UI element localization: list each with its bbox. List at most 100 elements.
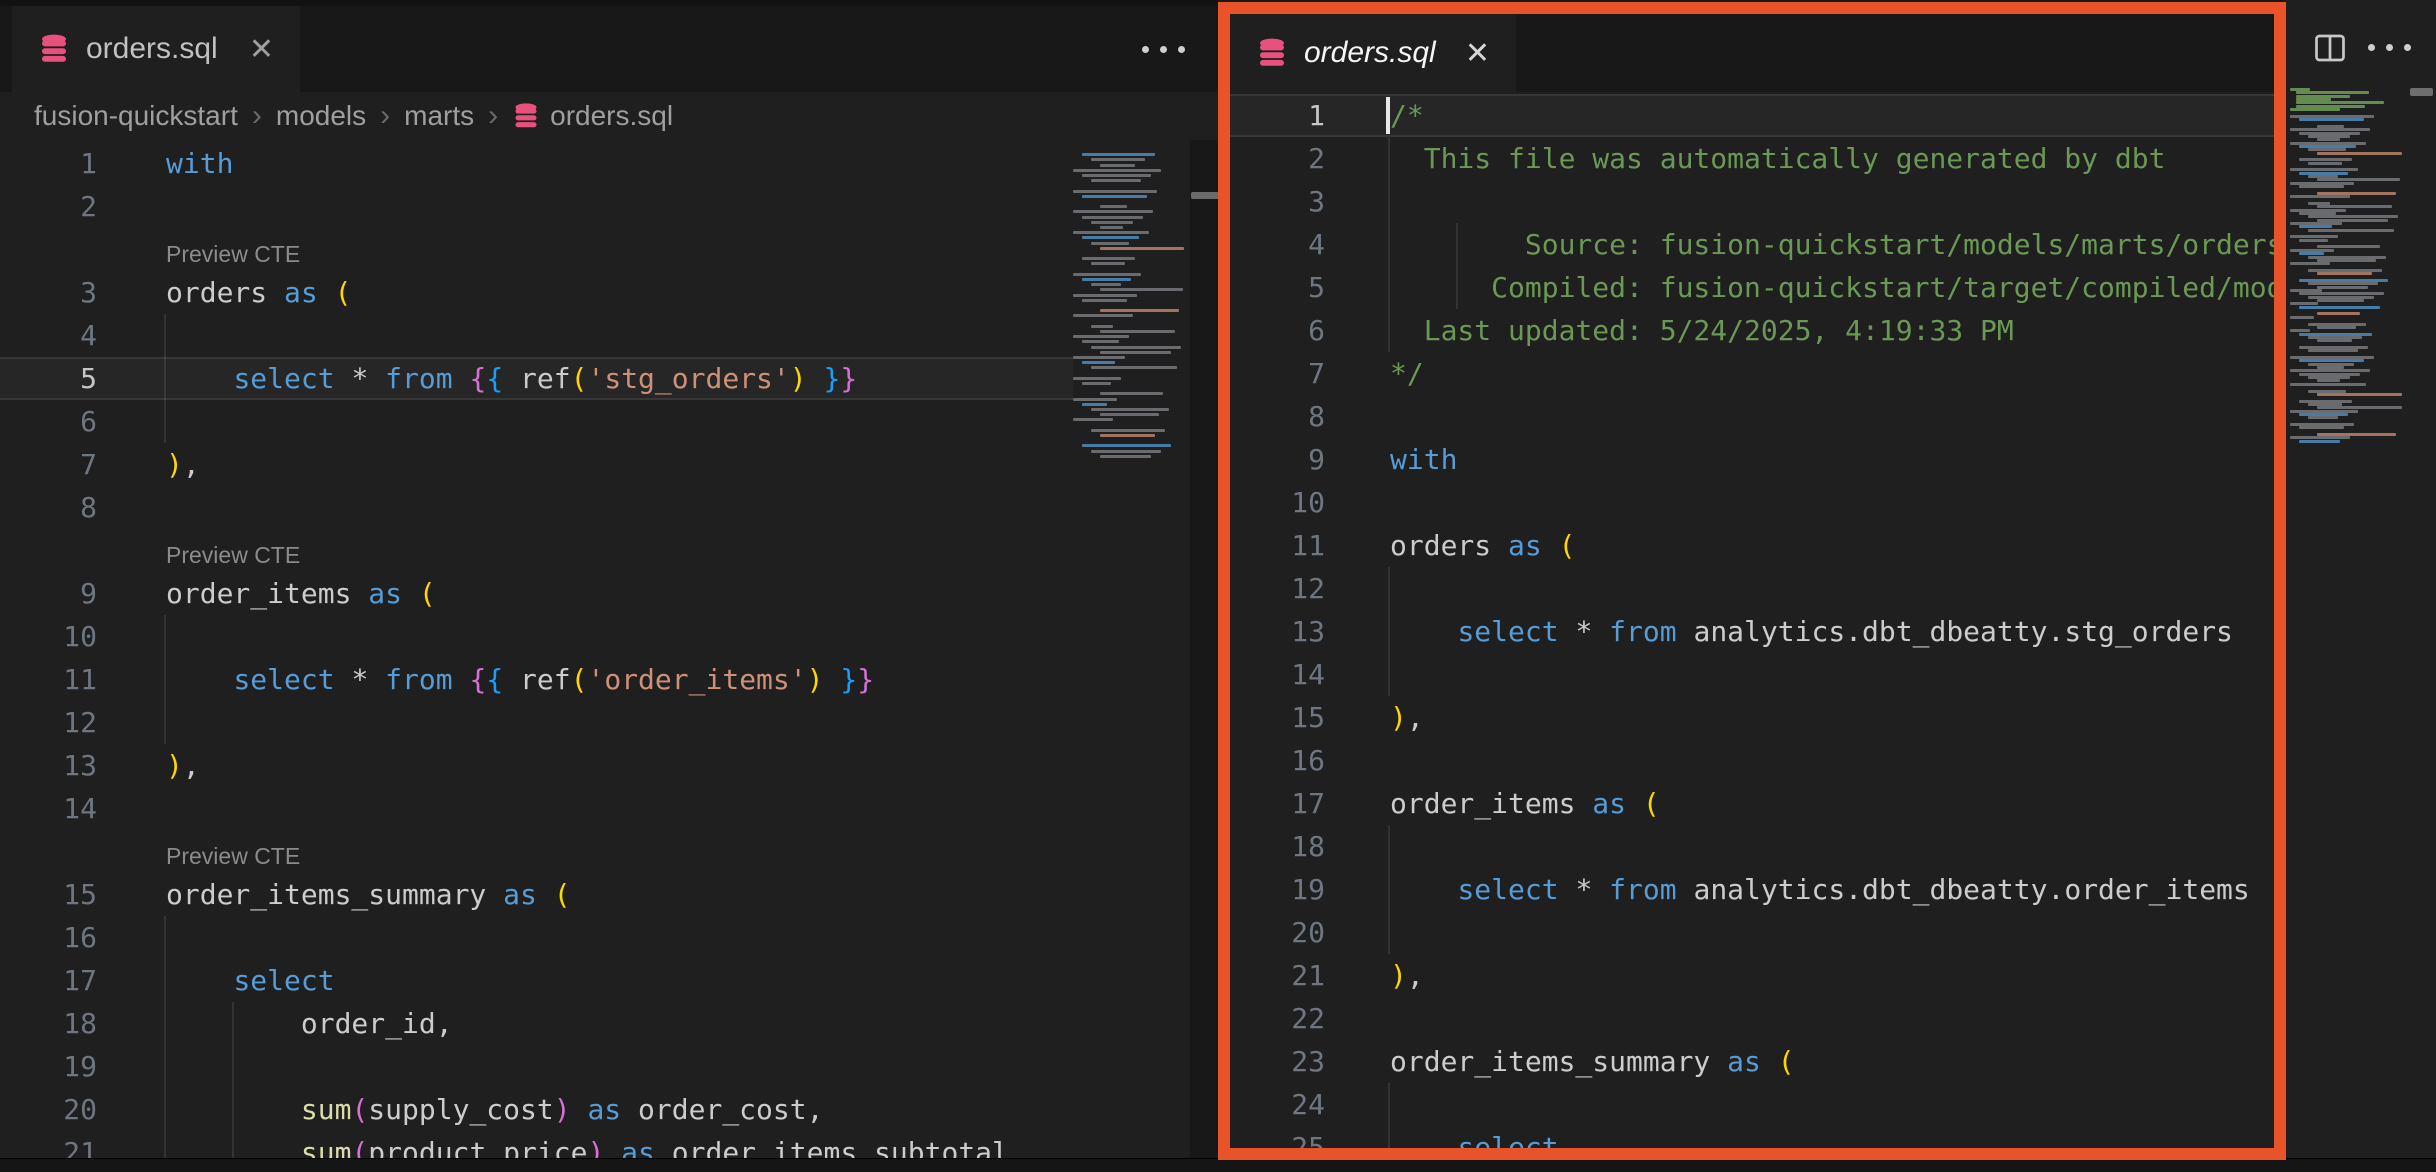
code-line[interactable]: 17 select bbox=[0, 959, 1190, 1002]
code-line[interactable]: 3 bbox=[1230, 180, 2274, 223]
line-number: 18 bbox=[0, 1002, 97, 1045]
code-line[interactable]: 18 bbox=[1230, 825, 2274, 868]
line-number: 21 bbox=[1230, 954, 1325, 997]
code-line[interactable]: 13), bbox=[0, 744, 1190, 787]
code-line[interactable]: 6 Last updated: 5/24/2025, 4:19:33 PM bbox=[1230, 309, 2274, 352]
minimap-line bbox=[1073, 273, 1141, 276]
code-line[interactable]: 20 sum(supply_cost) as order_cost, bbox=[0, 1088, 1190, 1131]
line-number: 20 bbox=[0, 1088, 97, 1131]
minimap-line bbox=[1082, 153, 1155, 156]
codelens-preview-cte[interactable]: Preview CTE bbox=[0, 830, 1190, 873]
right-overview-ruler-cursor[interactable] bbox=[2410, 88, 2433, 96]
code-line[interactable]: 25 select bbox=[1230, 1126, 2274, 1148]
line-number: 4 bbox=[0, 314, 97, 357]
minimap-line bbox=[2290, 262, 2330, 265]
code-line[interactable]: 19 select * from analytics.dbt_dbeatty.o… bbox=[1230, 868, 2274, 911]
tab-orders-sql-right[interactable]: orders.sql ✕ bbox=[1230, 14, 1516, 92]
right-minimap[interactable] bbox=[2290, 88, 2408, 458]
code-line[interactable]: 10 bbox=[1230, 481, 2274, 524]
breadcrumb-item[interactable]: models bbox=[276, 100, 366, 132]
line-number: 10 bbox=[0, 615, 97, 658]
code-line[interactable]: 12 bbox=[0, 701, 1190, 744]
minimap-line bbox=[1073, 314, 1133, 317]
line-number: 14 bbox=[1230, 653, 1325, 696]
minimap-line bbox=[1073, 169, 1161, 172]
code-line[interactable]: 9with bbox=[1230, 438, 2274, 481]
line-number: 4 bbox=[1230, 223, 1325, 266]
code-line[interactable]: 3orders as ( bbox=[0, 271, 1190, 314]
chevron-right-icon: › bbox=[488, 99, 498, 133]
code-line[interactable]: 19 bbox=[0, 1045, 1190, 1088]
split-editor-icon[interactable] bbox=[2312, 30, 2348, 66]
database-file-icon bbox=[38, 33, 70, 65]
minimap-line bbox=[1091, 158, 1145, 161]
code-line[interactable]: 5 select * from {{ ref('stg_orders') }} bbox=[0, 357, 1190, 400]
code-line[interactable]: 16 bbox=[1230, 739, 2274, 782]
code-line[interactable]: 20 bbox=[1230, 911, 2274, 954]
code-line[interactable]: 24 bbox=[1230, 1083, 2274, 1126]
close-icon[interactable]: ✕ bbox=[1465, 36, 1490, 71]
code-line[interactable]: 7*/ bbox=[1230, 352, 2274, 395]
left-minimap[interactable] bbox=[1073, 148, 1190, 478]
code-line[interactable]: 11 select * from {{ ref('order_items') }… bbox=[0, 658, 1190, 701]
line-number: 3 bbox=[0, 271, 97, 314]
code-line[interactable]: 17order_items as ( bbox=[1230, 782, 2274, 825]
minimap-line bbox=[2317, 393, 2402, 396]
code-line[interactable]: 22 bbox=[1230, 997, 2274, 1040]
code-line[interactable]: 13 select * from analytics.dbt_dbeatty.s… bbox=[1230, 610, 2274, 653]
minimap-line bbox=[2317, 326, 2356, 329]
code-line[interactable]: 10 bbox=[0, 615, 1190, 658]
line-number: 1 bbox=[1230, 94, 1325, 137]
more-actions-icon[interactable] bbox=[1142, 46, 1185, 53]
minimap-line bbox=[1073, 377, 1121, 380]
code-text: ), bbox=[166, 744, 200, 787]
code-line[interactable]: 2 bbox=[0, 185, 1190, 228]
close-icon[interactable]: ✕ bbox=[249, 32, 274, 67]
minimap-line bbox=[1082, 174, 1151, 177]
minimap-line bbox=[2299, 252, 2324, 255]
minimap-line bbox=[2299, 185, 2344, 188]
code-line[interactable]: 18 order_id, bbox=[0, 1002, 1190, 1045]
code-line[interactable]: 8 bbox=[1230, 395, 2274, 438]
more-actions-icon[interactable] bbox=[2368, 44, 2411, 51]
minimap-line bbox=[1073, 398, 1117, 401]
code-line[interactable]: 14 bbox=[0, 787, 1190, 830]
breadcrumb-item[interactable]: fusion-quickstart bbox=[34, 100, 238, 132]
code-line[interactable]: 21), bbox=[1230, 954, 2274, 997]
code-line[interactable]: 15), bbox=[1230, 696, 2274, 739]
line-number: 11 bbox=[0, 658, 97, 701]
indent-guide bbox=[164, 615, 166, 658]
code-line[interactable]: 4 Source: fusion-quickstart/models/marts… bbox=[1230, 223, 2274, 266]
codelens-preview-cte[interactable]: Preview CTE bbox=[0, 228, 1190, 271]
minimap-line bbox=[1091, 346, 1181, 349]
left-overview-ruler-cursor[interactable] bbox=[1191, 192, 1219, 199]
code-line[interactable]: 16 bbox=[0, 916, 1190, 959]
code-line[interactable]: 4 bbox=[0, 314, 1190, 357]
code-line[interactable]: 6 bbox=[0, 400, 1190, 443]
code-line[interactable]: 12 bbox=[1230, 567, 2274, 610]
code-line[interactable]: 8 bbox=[0, 486, 1190, 529]
code-line[interactable]: 15order_items_summary as ( bbox=[0, 873, 1190, 916]
tab-orders-sql-left[interactable]: orders.sql ✕ bbox=[12, 6, 300, 92]
line-number: 20 bbox=[1230, 911, 1325, 954]
code-line[interactable]: 2 This file was automatically generated … bbox=[1230, 137, 2274, 180]
code-line[interactable]: 9order_items as ( bbox=[0, 572, 1190, 615]
codelens-preview-cte[interactable]: Preview CTE bbox=[0, 529, 1190, 572]
code-line[interactable]: 23order_items_summary as ( bbox=[1230, 1040, 2274, 1083]
tab-label: orders.sql bbox=[86, 32, 218, 66]
code-line[interactable]: 1/* bbox=[1230, 94, 2274, 137]
minimap-line bbox=[2308, 148, 2346, 151]
breadcrumb-item[interactable]: orders.sql bbox=[550, 100, 673, 132]
code-line[interactable]: 11orders as ( bbox=[1230, 524, 2274, 567]
minimap-line bbox=[1073, 231, 1149, 234]
code-text: order_items_summary as ( bbox=[166, 873, 571, 916]
right-code-editor[interactable]: 1/*2 This file was automatically generat… bbox=[1230, 92, 2274, 1148]
breadcrumb-item[interactable]: marts bbox=[404, 100, 474, 132]
code-line[interactable]: 14 bbox=[1230, 653, 2274, 696]
code-line[interactable]: 7), bbox=[0, 443, 1190, 486]
minimap-line bbox=[2290, 128, 2370, 131]
code-line[interactable]: 1with bbox=[0, 142, 1190, 185]
database-file-icon bbox=[1256, 37, 1288, 69]
code-line[interactable]: 5 Compiled: fusion-quickstart/target/com… bbox=[1230, 266, 2274, 309]
left-code-editor[interactable]: 1with2Preview CTE3orders as (45 select *… bbox=[0, 140, 1190, 1164]
